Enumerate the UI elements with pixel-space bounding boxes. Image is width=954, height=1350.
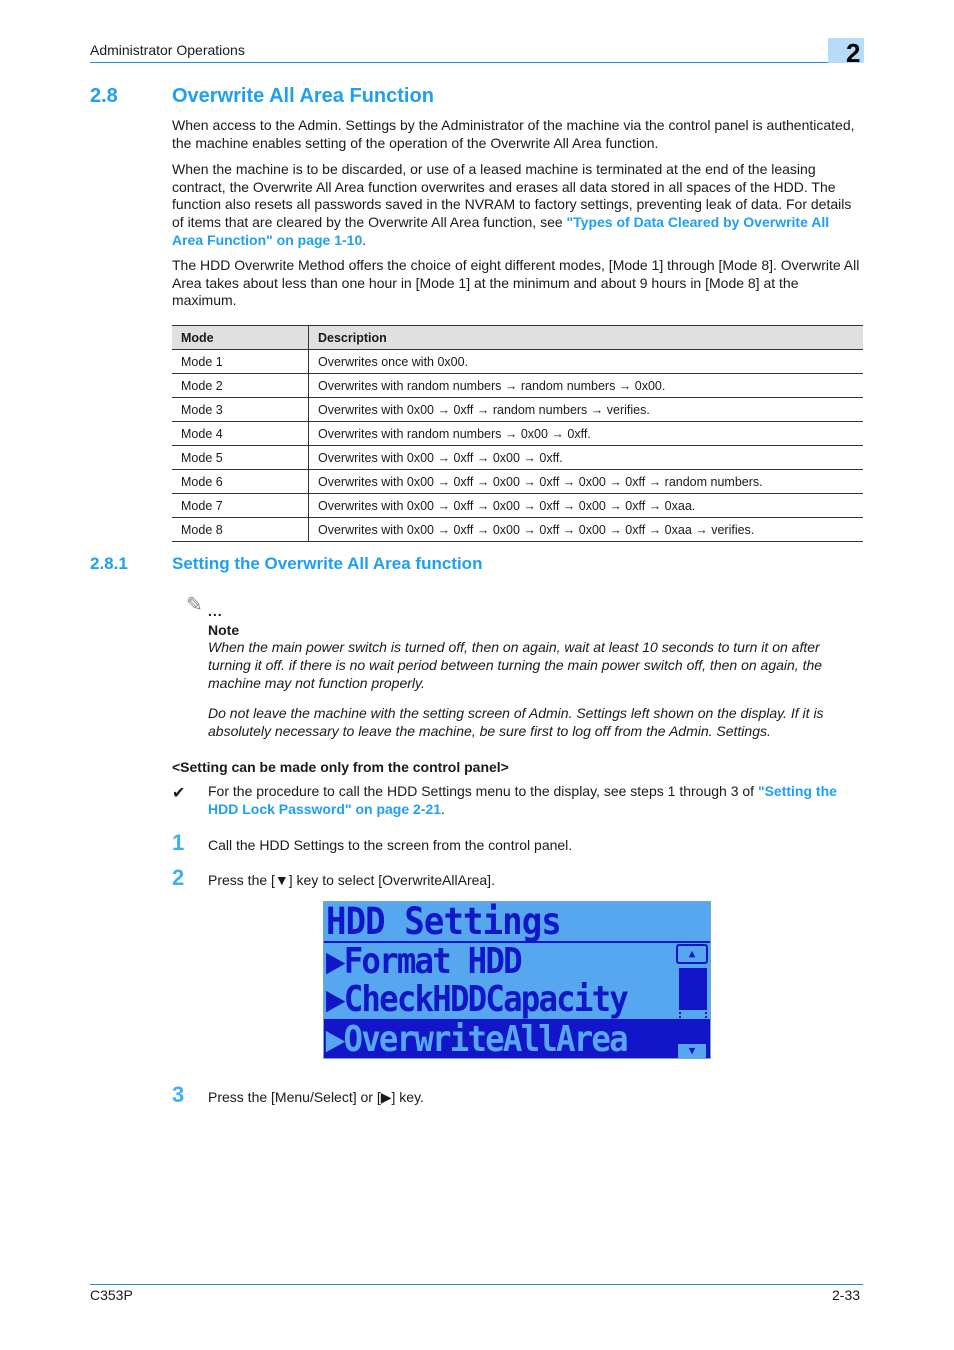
mode-cell: Mode 3 xyxy=(172,397,309,422)
running-header-title: Administrator Operations xyxy=(90,42,245,58)
subsection-number: 2.8.1 xyxy=(90,554,128,573)
intro-paragraph-2: When the machine is to be discarded, or … xyxy=(172,161,862,250)
lcd-menu-item-overwrite-all-area: ▶OverwriteAllArea xyxy=(324,1019,710,1059)
lcd-scroll-down-icon: ▼ xyxy=(676,1042,708,1058)
paragraph-end-period: . xyxy=(362,231,367,248)
column-header-mode: Mode xyxy=(172,325,309,350)
footer-model: C353P xyxy=(90,1287,133,1303)
section-number: 2.8 xyxy=(90,85,118,107)
table-row: Mode 5 Overwrites with 0x00 → 0xff → 0x00… xyxy=(172,445,863,470)
lcd-title: HDD Settings xyxy=(326,901,562,943)
note-paragraph-2: Do not leave the machine with the settin… xyxy=(208,705,824,739)
description-cell: Overwrites with 0x00 → 0xff → random num… xyxy=(308,397,863,422)
table-row: Mode 4 Overwrites with random numbers → 0… xyxy=(172,421,863,446)
table-row: Mode 2 Overwrites with random numbers → r… xyxy=(172,373,863,398)
footer-rule xyxy=(90,1284,863,1285)
prerequisite-text-body: For the procedure to call the HDD Settin… xyxy=(208,783,758,799)
section-heading: 2.8 Overwrite All Area Function xyxy=(90,85,434,108)
table-header-row: Mode Description xyxy=(172,325,863,350)
intro-paragraph-1: When access to the Admin. Settings by th… xyxy=(172,117,855,151)
step-text-2: Press the [▼] key to select [OverwriteAl… xyxy=(208,872,495,888)
description-cell: Overwrites with 0x00 → 0xff → 0x00 → 0xf… xyxy=(308,445,863,470)
table-row: Mode 3 Overwrites with 0x00 → 0xff → rand… xyxy=(172,397,863,422)
pencil-note-icon: ✎ xyxy=(186,594,203,616)
note-paragraph-1: When the main power switch is turned off… xyxy=(208,639,823,691)
lcd-screen-image: HDD Settings ▶Format HDD ▶CheckHDDCapaci… xyxy=(323,901,711,1059)
chapter-number: 2 xyxy=(846,38,861,68)
step-text-3: Press the [Menu/Select] or [▶] key. xyxy=(208,1089,424,1105)
mode-cell: Mode 6 xyxy=(172,469,309,494)
footer-page-number: 2-33 xyxy=(832,1287,861,1303)
description-cell: Overwrites with 0x00 → 0xff → 0x00 → 0xf… xyxy=(308,517,863,542)
mode-cell: Mode 2 xyxy=(172,373,309,398)
lcd-scroll-up-icon: ▲ xyxy=(676,944,708,964)
step-text-1: Call the HDD Settings to the screen from… xyxy=(208,837,573,853)
mode-cell: Mode 4 xyxy=(172,421,309,446)
lcd-selected-label: ▶OverwriteAllArea xyxy=(325,1019,629,1059)
mode-cell: Mode 5 xyxy=(172,445,309,470)
table-row: Mode 7 Overwrites with 0x00 → 0xff → 0x00… xyxy=(172,493,863,518)
note-label: Note xyxy=(208,622,240,638)
table-row: Mode 8 Overwrites with 0x00 → 0xff → 0x00… xyxy=(172,517,863,542)
subsection-heading: 2.8.1 Setting the Overwrite All Area func… xyxy=(90,554,482,574)
lcd-menu-item-check-hdd-capacity: ▶CheckHDDCapacity xyxy=(326,979,629,1020)
description-cell: Overwrites once with 0x00. xyxy=(308,349,863,374)
prerequisite-end-period: . xyxy=(441,800,445,817)
column-header-description: Description xyxy=(308,325,863,350)
step-number-1: 1 xyxy=(172,830,185,855)
description-cell: Overwrites with 0x00 → 0xff → 0x00 → 0xf… xyxy=(308,469,863,494)
mode-cell: Mode 7 xyxy=(172,493,309,518)
mode-cell: Mode 1 xyxy=(172,349,309,374)
table-row: Mode 6 Overwrites with 0x00 → 0xff → 0x00… xyxy=(172,469,863,494)
header-rule xyxy=(90,62,828,63)
overwrite-mode-table: Mode Description Mode 1 Overwrites once w… xyxy=(172,325,863,542)
table-row: Mode 1 Overwrites once with 0x00. xyxy=(172,349,863,374)
section-title: Overwrite All Area Function xyxy=(172,85,434,107)
description-cell: Overwrites with random numbers → 0x00 → … xyxy=(308,421,863,446)
checkmark-icon: ✔ xyxy=(172,785,186,802)
lcd-menu-item-format-hdd: ▶Format HDD xyxy=(326,941,523,982)
description-cell: Overwrites with random numbers → random … xyxy=(308,373,863,398)
step-number-3: 3 xyxy=(172,1082,185,1107)
intro-paragraph-3: The HDD Overwrite Method offers the choi… xyxy=(172,257,860,309)
procedure-heading: <Setting can be made only from the contr… xyxy=(172,759,509,775)
mode-cell: Mode 8 xyxy=(172,517,309,542)
step-number-2: 2 xyxy=(172,865,185,890)
lcd-scrollbar-thumb xyxy=(679,968,707,1010)
prerequisite-text: For the procedure to call the HDD Settin… xyxy=(208,783,863,818)
subsection-title: Setting the Overwrite All Area function xyxy=(172,554,483,573)
note-dots: ... xyxy=(208,603,223,619)
description-cell: Overwrites with 0x00 → 0xff → 0x00 → 0xf… xyxy=(308,493,863,518)
